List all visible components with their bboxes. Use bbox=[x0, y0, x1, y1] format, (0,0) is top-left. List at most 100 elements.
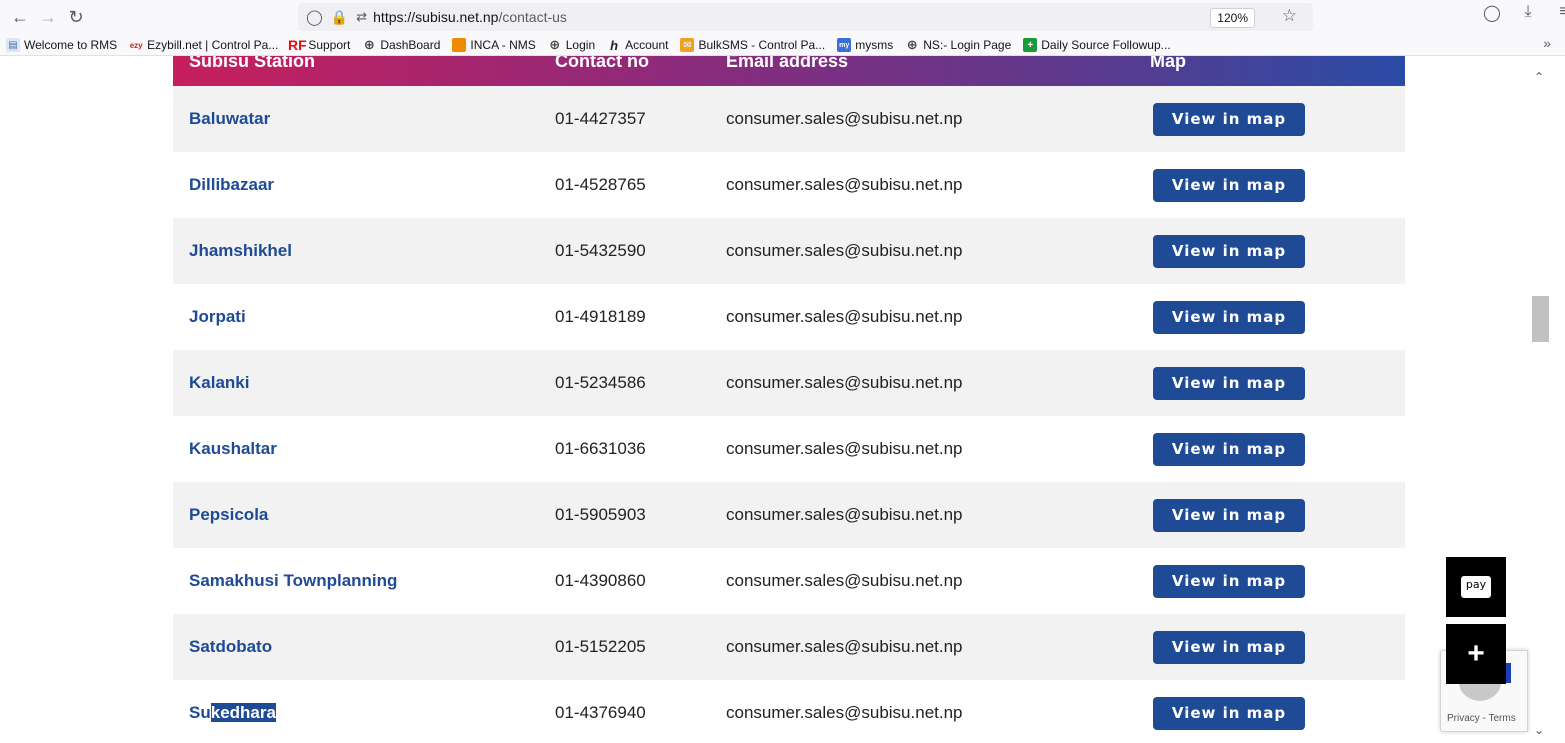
station-name[interactable]: Jorpati bbox=[173, 307, 538, 327]
bookmark-star-icon[interactable]: ☆ bbox=[1282, 6, 1297, 26]
station-name[interactable]: Samakhusi Townplanning bbox=[173, 571, 538, 591]
station-name[interactable]: Kalanki bbox=[173, 373, 538, 393]
url-text[interactable]: https://subisu.net.np/contact-us bbox=[373, 9, 567, 25]
station-name-prefix: Su bbox=[189, 703, 211, 722]
table-row: Dillibazaar 01-4528765 consumer.sales@su… bbox=[173, 152, 1405, 218]
station-name[interactable]: Dillibazaar bbox=[173, 175, 538, 195]
address-bar[interactable]: ◯ 🔒 ⇄ https://subisu.net.np/contact-us 1… bbox=[298, 3, 1313, 31]
globe-icon: ⊕ bbox=[549, 37, 561, 52]
bookmark-label: Welcome to RMS bbox=[24, 38, 118, 52]
zoom-badge[interactable]: 120% bbox=[1210, 8, 1255, 28]
url-domain: https://subisu.net.np bbox=[373, 9, 499, 25]
bookmark-label: Support bbox=[308, 38, 351, 52]
station-name[interactable]: Satdobato bbox=[173, 637, 538, 657]
table-row: Jhamshikhel 01-5432590 consumer.sales@su… bbox=[173, 218, 1405, 284]
contact-number: 01-4528765 bbox=[555, 175, 646, 194]
contact-number: 01-6631036 bbox=[555, 439, 646, 458]
bookmark-label: BulkSMS - Control Pa... bbox=[698, 38, 826, 52]
scroll-up-arrow-icon[interactable]: ⌃ bbox=[1534, 70, 1544, 84]
bookmark-item[interactable]: ✉ BulkSMS - Control Pa... bbox=[680, 38, 825, 52]
station-name[interactable]: Jhamshikhel bbox=[173, 241, 538, 261]
bookmark-item[interactable]: ⊕ Login bbox=[548, 37, 596, 52]
h-icon: h bbox=[610, 37, 619, 53]
forward-arrow-icon[interactable]: → bbox=[34, 4, 62, 32]
back-arrow-icon[interactable]: ← bbox=[6, 4, 34, 32]
shield-icon[interactable]: ◯ bbox=[306, 8, 323, 26]
bookmark-item[interactable]: RF Support bbox=[288, 37, 351, 53]
table-row: Sukedhara 01-4376940 consumer.sales@subi… bbox=[173, 680, 1405, 743]
plus-green-icon: + bbox=[1023, 38, 1038, 52]
view-in-map-button[interactable]: View in map bbox=[1153, 696, 1305, 730]
contact-number: 01-4390860 bbox=[555, 571, 646, 590]
selected-text: kedhara bbox=[210, 703, 276, 722]
station-name[interactable]: Pepsicola bbox=[173, 505, 538, 525]
view-in-map-button[interactable]: View in map bbox=[1153, 564, 1305, 598]
view-in-map-button[interactable]: View in map bbox=[1153, 366, 1305, 400]
plus-icon[interactable]: + bbox=[1446, 624, 1506, 684]
menu-icon[interactable]: ≡ bbox=[1552, 3, 1565, 23]
contact-number: 01-4376940 bbox=[555, 703, 646, 722]
email-address: consumer.sales@subisu.net.np bbox=[726, 571, 963, 590]
email-address: consumer.sales@subisu.net.np bbox=[726, 373, 963, 392]
bookmark-label: NS:- Login Page bbox=[923, 38, 1012, 52]
view-in-map-button[interactable]: View in map bbox=[1153, 498, 1305, 532]
bookmark-label: Account bbox=[625, 38, 669, 52]
station-name[interactable]: Kaushaltar bbox=[173, 439, 538, 459]
table-header: Subisu Station Contact no Email address … bbox=[173, 56, 1405, 86]
recaptcha-terms[interactable]: Privacy - Terms bbox=[1447, 713, 1516, 724]
table-row: Satdobato 01-5152205 consumer.sales@subi… bbox=[173, 614, 1405, 680]
header-contact: Contact no bbox=[555, 56, 649, 71]
table-row: Samakhusi Townplanning 01-4390860 consum… bbox=[173, 548, 1405, 614]
view-in-map-button[interactable]: View in map bbox=[1153, 630, 1305, 664]
mail-icon: ✉ bbox=[680, 38, 695, 52]
email-address: consumer.sales@subisu.net.np bbox=[726, 439, 963, 458]
email-address: consumer.sales@subisu.net.np bbox=[726, 307, 963, 326]
table-row: Kalanki 01-5234586 consumer.sales@subisu… bbox=[173, 350, 1405, 416]
station-name[interactable]: Sukedhara bbox=[173, 703, 538, 723]
bookmark-label: DashBoard bbox=[380, 38, 441, 52]
pay-icon: pay bbox=[1461, 576, 1491, 598]
view-in-map-button[interactable]: View in map bbox=[1153, 300, 1305, 334]
reload-icon[interactable]: ↻ bbox=[62, 4, 90, 32]
bookmark-item[interactable]: h Account bbox=[607, 37, 669, 53]
bookmark-item[interactable]: ⊕ DashBoard bbox=[362, 37, 441, 52]
view-in-map-button[interactable]: View in map bbox=[1153, 234, 1305, 268]
permissions-icon[interactable]: ⇄ bbox=[356, 9, 367, 25]
bookmarks-overflow-icon[interactable]: » bbox=[1543, 35, 1551, 51]
bookmark-item[interactable]: my mysms bbox=[837, 38, 893, 52]
bookmark-item[interactable]: ⊕ NS:- Login Page bbox=[905, 37, 1012, 52]
email-address: consumer.sales@subisu.net.np bbox=[726, 703, 963, 722]
browser-toolbar: ← → ↻ ◯ 🔒 ⇄ https://subisu.net.np/contac… bbox=[0, 0, 1565, 35]
download-icon[interactable]: ⤓ bbox=[1516, 3, 1540, 23]
view-in-map-button[interactable]: View in map bbox=[1153, 432, 1305, 466]
page-viewport: Subisu Station Contact no Email address … bbox=[0, 56, 1530, 743]
email-address: consumer.sales@subisu.net.np bbox=[726, 175, 963, 194]
scroll-down-arrow-icon[interactable]: ⌄ bbox=[1534, 723, 1544, 737]
contact-number: 01-4427357 bbox=[555, 109, 646, 128]
email-address: consumer.sales@subisu.net.np bbox=[726, 505, 963, 524]
contact-number: 01-5234586 bbox=[555, 373, 646, 392]
mysms-icon: my bbox=[837, 38, 852, 52]
url-path: /contact-us bbox=[498, 9, 567, 25]
station-name[interactable]: Baluwatar bbox=[173, 109, 538, 129]
pocket-icon[interactable]: ◯ bbox=[1480, 3, 1504, 23]
contact-number: 01-5432590 bbox=[555, 241, 646, 260]
bookmark-item[interactable]: INCA - NMS bbox=[452, 38, 536, 52]
header-map: Map bbox=[1150, 56, 1186, 71]
bookmark-label: INCA - NMS bbox=[470, 38, 536, 52]
lock-icon[interactable]: 🔒 bbox=[331, 9, 348, 26]
pay-widget-button[interactable]: pay bbox=[1446, 557, 1506, 617]
view-in-map-button[interactable]: View in map bbox=[1153, 102, 1305, 136]
table-row: Jorpati 01-4918189 consumer.sales@subisu… bbox=[173, 284, 1405, 350]
bookmark-item[interactable]: ▤ Welcome to RMS bbox=[6, 38, 117, 52]
bookmark-label: mysms bbox=[855, 38, 894, 52]
bookmark-label: Login bbox=[565, 38, 596, 52]
document-icon: ▤ bbox=[6, 38, 20, 52]
scrollbar-thumb[interactable] bbox=[1532, 296, 1549, 342]
table-row: Baluwatar 01-4427357 consumer.sales@subi… bbox=[173, 86, 1405, 152]
view-in-map-button[interactable]: View in map bbox=[1153, 168, 1305, 202]
vertical-scrollbar[interactable] bbox=[1530, 56, 1550, 743]
bookmark-item[interactable]: + Daily Source Followup... bbox=[1023, 38, 1171, 52]
bookmark-item[interactable]: ezy Ezybill.net | Control Pa... bbox=[129, 38, 279, 52]
contact-number: 01-4918189 bbox=[555, 307, 646, 326]
